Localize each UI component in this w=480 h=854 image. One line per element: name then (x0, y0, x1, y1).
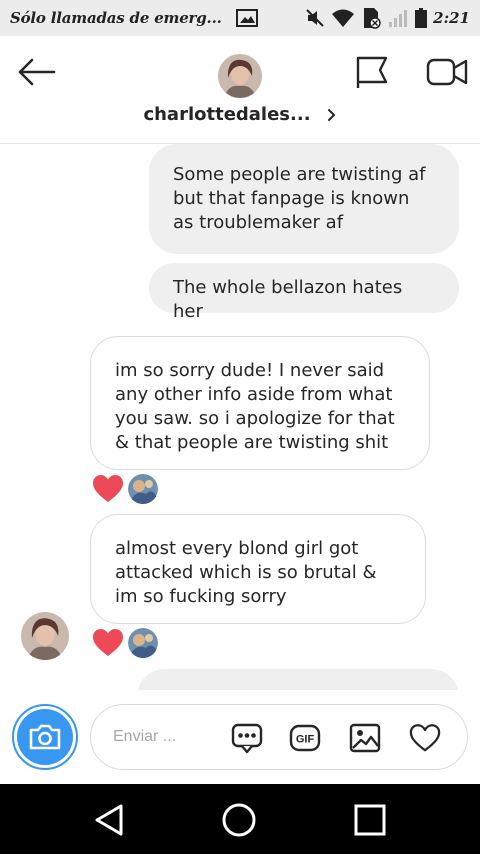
reactor-avatar (128, 474, 158, 504)
message-text: im so sorry dude! I never said any other… (115, 360, 395, 453)
message-composer: GIF (0, 690, 480, 784)
message-text: almost every blond girl got attacked whi… (115, 538, 377, 607)
message-bubble-outgoing[interactable] (137, 669, 459, 690)
avatar-image (21, 612, 69, 660)
reactor-avatar (128, 628, 158, 658)
message-bubble-outgoing[interactable]: The whole bellazon hates her (149, 263, 459, 322)
message-bubble-incoming[interactable]: almost every blond girl got attacked whi… (90, 514, 426, 624)
message-text: Some people are twisting af but that fan… (173, 164, 426, 233)
gif-icon: GIF (289, 724, 321, 752)
signal-icon (389, 10, 408, 27)
chat-bubble-dots-icon[interactable] (231, 722, 263, 754)
heart-reaction-icon (93, 475, 123, 502)
gif-label: GIF (296, 734, 315, 746)
battery-icon (415, 8, 428, 28)
nav-recent-apps-icon[interactable] (352, 802, 388, 838)
camera-icon-bg (17, 709, 73, 765)
wifi-icon (332, 9, 355, 27)
heart-reaction-icon (93, 629, 123, 656)
message-list[interactable]: Some people are twisting af but that fan… (0, 144, 480, 690)
sim-icon (364, 8, 381, 29)
message-input-container: GIF (90, 704, 468, 770)
message-text: The whole bellazon hates her (173, 277, 403, 322)
message-reaction[interactable] (92, 474, 158, 504)
video-camera-icon[interactable] (426, 56, 468, 88)
camera-icon (29, 724, 61, 750)
username-label: charlottedales... (143, 104, 311, 125)
status-bar: Sólo llamadas de emerg... 2:21 (0, 0, 480, 36)
username-button[interactable]: charlottedales... (0, 104, 480, 125)
message-bubble-outgoing[interactable]: Some people are twisting af but that fan… (149, 144, 459, 254)
image-notification-icon (235, 9, 258, 27)
flag-icon[interactable] (354, 54, 390, 90)
message-input[interactable] (113, 723, 223, 751)
message-reaction[interactable] (92, 628, 158, 658)
carrier-text: Sólo llamadas de emerg... (10, 9, 222, 27)
nav-home-icon[interactable] (221, 802, 257, 838)
avatar-image (218, 54, 262, 98)
profile-avatar[interactable] (218, 54, 262, 98)
mute-icon (306, 9, 324, 27)
chat-header: charlottedales... (0, 36, 480, 144)
status-icons: 2:21 (305, 7, 470, 29)
message-bubble-incoming[interactable]: im so sorry dude! I never said any other… (90, 336, 430, 470)
heart-icon[interactable] (409, 722, 441, 754)
camera-button[interactable] (12, 704, 78, 770)
back-arrow-icon[interactable] (14, 54, 58, 90)
navigation-bar (0, 784, 480, 854)
status-time: 2:21 (433, 9, 470, 27)
gif-button[interactable]: GIF (289, 722, 321, 754)
gallery-image-icon[interactable] (349, 722, 381, 754)
chevron-right-icon (327, 108, 335, 121)
sender-avatar[interactable] (21, 612, 69, 660)
nav-back-icon[interactable] (91, 802, 127, 838)
